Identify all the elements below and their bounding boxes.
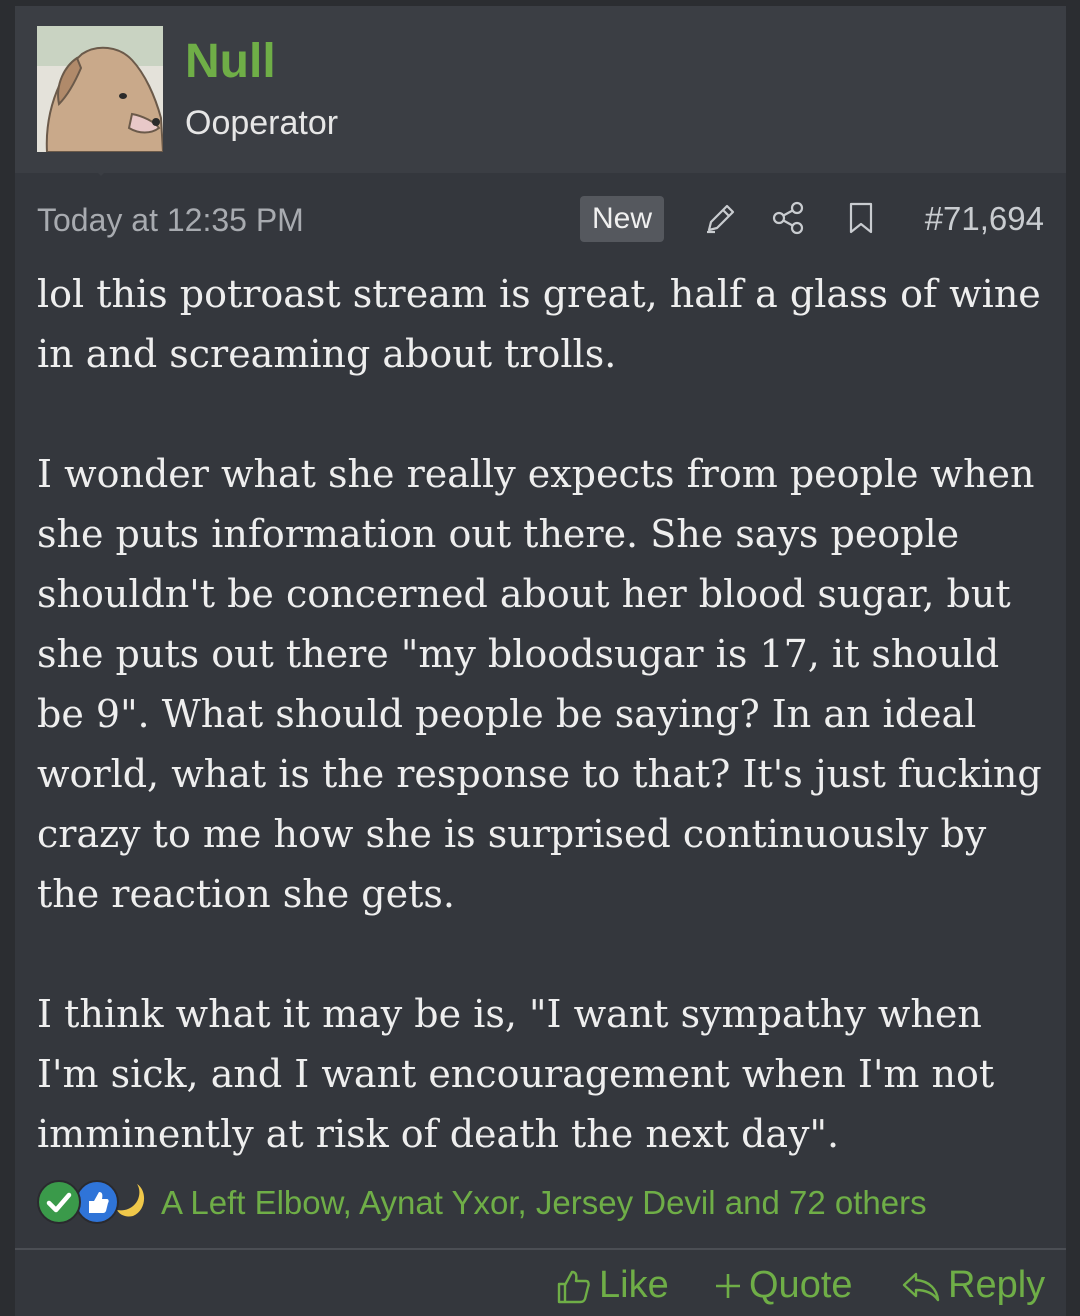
share-icon[interactable] bbox=[771, 200, 807, 236]
reply-button[interactable]: Reply bbox=[900, 1264, 1045, 1307]
user-title: Ooperator bbox=[185, 104, 339, 142]
reactions-bar[interactable]: A Left Elbow, Aynat Yxor, Jersey Devil a… bbox=[37, 1178, 1047, 1228]
post-container: Null Ooperator Today at 12:35 PM New #71… bbox=[15, 6, 1066, 1316]
post-paragraph: lol this potroast stream is great, half … bbox=[37, 272, 1041, 376]
post-paragraph: I think what it may be is, "I want sympa… bbox=[37, 992, 995, 1156]
reply-label: Reply bbox=[948, 1264, 1046, 1306]
footer-divider bbox=[15, 1248, 1066, 1250]
avatar[interactable] bbox=[37, 26, 163, 152]
reply-arrow-icon bbox=[902, 1272, 940, 1301]
header-pointer bbox=[87, 162, 115, 176]
post-body: lol this potroast stream is great, half … bbox=[37, 264, 1047, 1164]
thumbs-up-icon bbox=[75, 1180, 119, 1224]
thumbs-up-outline-icon bbox=[557, 1270, 590, 1303]
user-header: Null Ooperator bbox=[15, 6, 1066, 176]
new-badge: New bbox=[580, 196, 664, 242]
username[interactable]: Null bbox=[185, 34, 276, 89]
post-meta: Today at 12:35 PM New #71,694 bbox=[15, 194, 1066, 244]
plus-icon bbox=[716, 1273, 740, 1298]
post-paragraph: I wonder what she really expects from pe… bbox=[37, 452, 1042, 916]
moon-icon bbox=[113, 1180, 153, 1220]
quote-button[interactable]: Quote bbox=[713, 1264, 853, 1307]
quote-label: Quote bbox=[749, 1264, 853, 1306]
post-actions: Like Quote Reply bbox=[15, 1260, 1066, 1316]
checkmark-icon bbox=[37, 1180, 81, 1224]
post-number[interactable]: #71,694 bbox=[925, 200, 1044, 238]
bookmark-icon[interactable] bbox=[843, 200, 879, 236]
dog-avatar-icon bbox=[37, 26, 163, 152]
post-date[interactable]: Today at 12:35 PM bbox=[37, 202, 304, 239]
like-label: Like bbox=[599, 1264, 669, 1306]
pencil-icon[interactable] bbox=[703, 200, 739, 236]
like-button[interactable]: Like bbox=[553, 1264, 669, 1307]
reaction-names[interactable]: A Left Elbow, Aynat Yxor, Jersey Devil a… bbox=[161, 1184, 927, 1222]
